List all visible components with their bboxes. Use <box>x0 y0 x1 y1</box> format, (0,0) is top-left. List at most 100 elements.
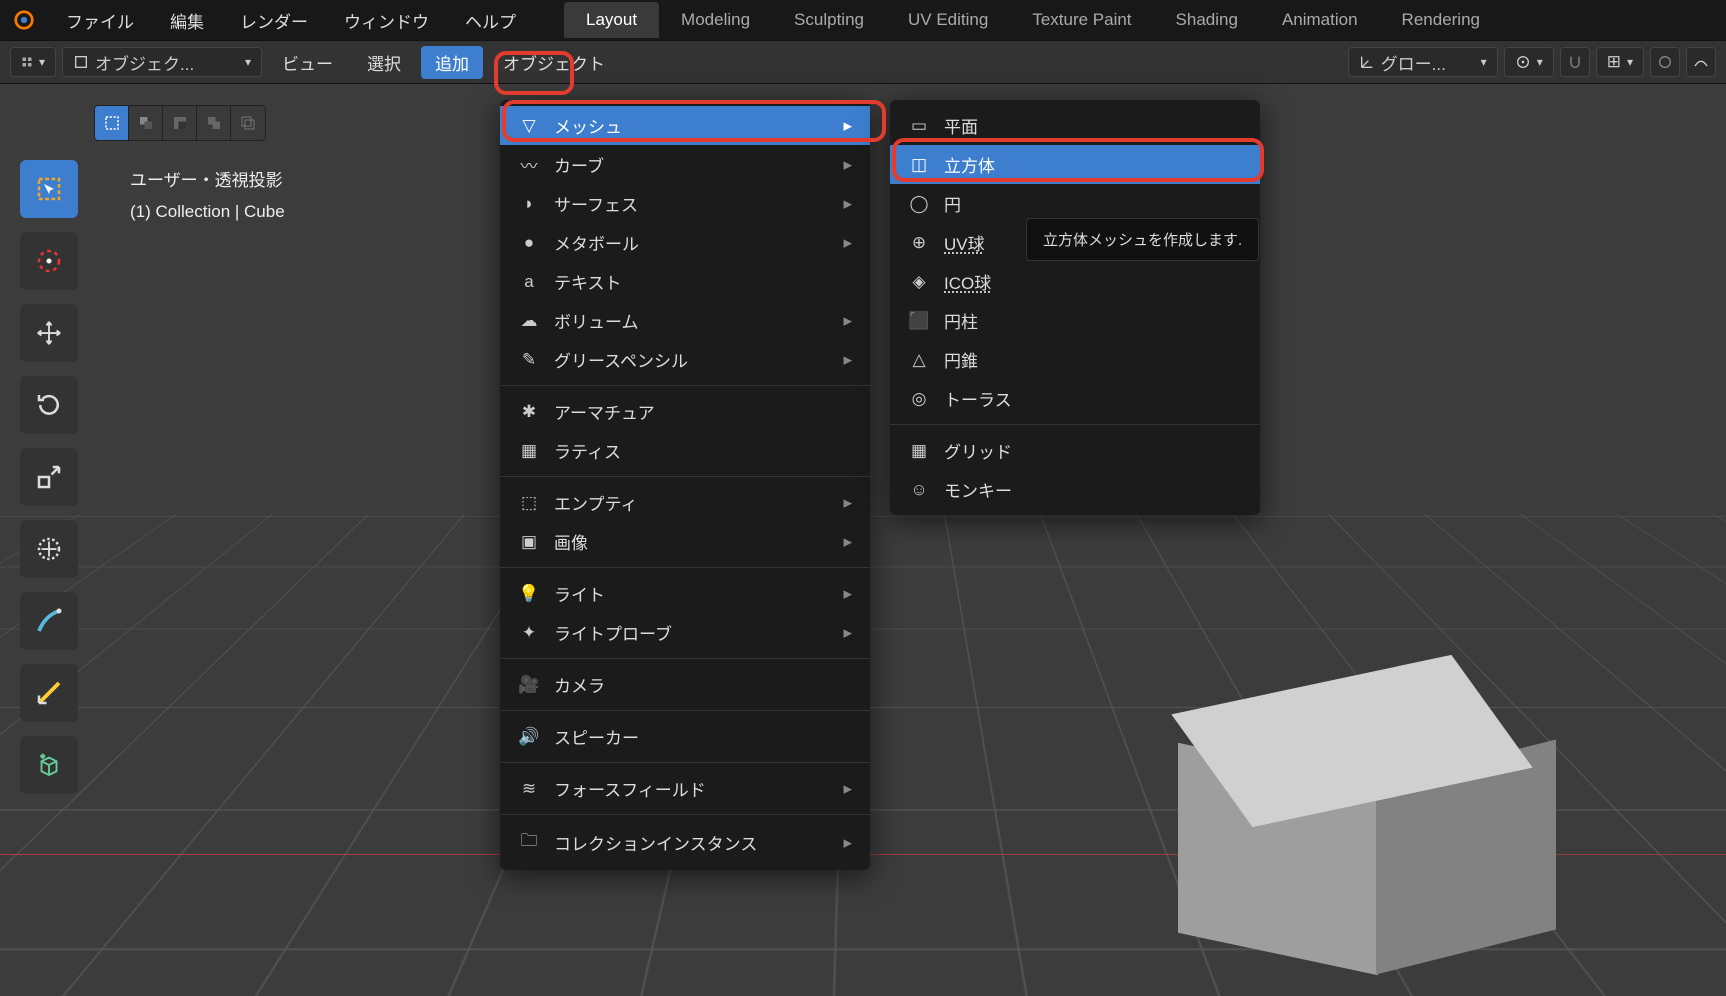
add-menu-item-collection[interactable]: 🗀コレクションインスタンス▸ <box>500 821 870 864</box>
header-add[interactable]: 追加 <box>421 46 483 79</box>
select-invert-icon[interactable] <box>197 106 231 140</box>
snap-toggle[interactable] <box>1560 47 1590 77</box>
add-menu-item-light[interactable]: 💡ライト▸ <box>500 574 870 613</box>
mesh-submenu-item-monkey[interactable]: ☺モンキー <box>890 470 1260 509</box>
mesh-icon: ▽ <box>518 116 540 136</box>
falloff-icon <box>1693 54 1709 70</box>
tool-rotate[interactable] <box>20 376 78 434</box>
armature-icon: ✱ <box>518 402 540 422</box>
add-menu-item-mesh[interactable]: ▽メッシュ▸ <box>500 106 870 145</box>
add-menu-item-lightprobe[interactable]: ✦ライトプローブ▸ <box>500 613 870 652</box>
add-menu-item-label: ラティス <box>554 438 621 463</box>
add-menu-item-camera[interactable]: 🎥カメラ <box>500 665 870 704</box>
light-icon: 💡 <box>518 584 540 604</box>
mesh-submenu-item-label: 円柱 <box>944 308 978 333</box>
mesh-submenu-item-label: 円 <box>944 191 961 216</box>
tool-transform[interactable] <box>20 520 78 578</box>
header-object[interactable]: オブジェクト <box>489 46 619 79</box>
tool-measure[interactable] <box>20 664 78 722</box>
snap-dropdown[interactable]: ⊞ ▾ <box>1596 47 1644 77</box>
camera-icon: 🎥 <box>518 675 540 695</box>
add-menu-item-label: メタボール <box>554 230 639 255</box>
chevron-down-icon: ▾ <box>1481 55 1487 69</box>
mesh-submenu-item-label: UV球 <box>944 230 985 255</box>
tool-move[interactable] <box>20 304 78 362</box>
mesh-submenu-item-plane[interactable]: ▭平面 <box>890 106 1260 145</box>
add-menu-item-curve[interactable]: 〰カーブ▸ <box>500 145 870 184</box>
header-view[interactable]: ビュー <box>268 46 347 79</box>
mesh-cube[interactable] <box>1166 666 1526 926</box>
chevron-right-icon: ▸ <box>843 311 852 331</box>
snap-increment-icon: ⊞ <box>1607 52 1621 72</box>
mode-dropdown[interactable]: オブジェク... ▾ <box>62 47 262 77</box>
mesh-submenu-item-label: 立方体 <box>944 152 995 177</box>
collection-icon: 🗀 <box>518 828 540 857</box>
add-menu-item-label: グリースペンシル <box>554 347 688 372</box>
add-menu-item-speaker[interactable]: 🔊スピーカー <box>500 717 870 756</box>
add-menu-item-force[interactable]: ≋フォースフィールド▸ <box>500 769 870 808</box>
mesh-submenu-item-grid[interactable]: ▦グリッド <box>890 431 1260 470</box>
icosphere-icon: ◈ <box>908 272 930 292</box>
add-menu-item-lattice[interactable]: ▦ラティス <box>500 431 870 470</box>
proportional-falloff-dropdown[interactable] <box>1686 47 1716 77</box>
grid-icon: ▦ <box>908 441 930 461</box>
add-menu-item-surface[interactable]: ◗サーフェス▸ <box>500 184 870 223</box>
add-menu-item-text[interactable]: aテキスト <box>500 262 870 301</box>
mode-label: オブジェク... <box>95 50 239 75</box>
workspace-sculpting[interactable]: Sculpting <box>772 2 886 38</box>
workspace-modeling[interactable]: Modeling <box>659 2 772 38</box>
add-menu-item-gpencil[interactable]: ✎グリースペンシル▸ <box>500 340 870 379</box>
workspace-shading[interactable]: Shading <box>1154 2 1260 38</box>
tool-select-box[interactable] <box>20 160 78 218</box>
proportional-edit-toggle[interactable] <box>1650 47 1680 77</box>
menu-file[interactable]: ファイル <box>48 0 152 41</box>
menu-render[interactable]: レンダー <box>222 0 326 41</box>
curve-icon: 〰 <box>518 152 540 177</box>
editor-type-dropdown[interactable]: ▾ <box>10 47 56 77</box>
mesh-submenu-item-cube[interactable]: ◫ 立方体 <box>890 145 1260 184</box>
uvsphere-icon: ⊕ <box>908 233 930 253</box>
tool-annotate[interactable] <box>20 592 78 650</box>
tool-header: ▾ オブジェク... ▾ ビュー 選択 追加 オブジェクト グロー... ▾ ▾… <box>0 40 1726 84</box>
chevron-down-icon: ▾ <box>1537 55 1543 69</box>
add-menu-item-metaball[interactable]: ●メタボール▸ <box>500 223 870 262</box>
tool-cursor[interactable] <box>20 232 78 290</box>
workspace-texturepaint[interactable]: Texture Paint <box>1010 2 1153 38</box>
menu-help[interactable]: ヘルプ <box>447 0 534 41</box>
tool-scale[interactable] <box>20 448 78 506</box>
select-intersect-icon[interactable] <box>231 106 265 140</box>
workspace-tabs: Layout Modeling Sculpting UV Editing Tex… <box>564 2 1502 38</box>
mesh-submenu-item-torus[interactable]: ◎トーラス <box>890 379 1260 418</box>
empty-icon: ⬚ <box>518 493 540 513</box>
tool-add-cube[interactable] <box>20 736 78 794</box>
image-icon: ▣ <box>518 532 540 552</box>
mesh-submenu: ▭平面◫立方体◯円⊕UV球◈ICO球⬛円柱△円錐◎トーラス▦グリッド☺モンキー <box>890 100 1260 515</box>
add-menu-item-volume[interactable]: ☁ボリューム▸ <box>500 301 870 340</box>
mesh-submenu-item-icosphere[interactable]: ◈ICO球 <box>890 262 1260 301</box>
add-menu-item-empty[interactable]: ⬚エンプティ▸ <box>500 483 870 522</box>
select-subtract-icon[interactable] <box>163 106 197 140</box>
menu-edit[interactable]: 編集 <box>152 0 222 41</box>
add-menu-item-armature[interactable]: ✱アーマチュア <box>500 392 870 431</box>
workspace-layout[interactable]: Layout <box>564 2 659 38</box>
mesh-submenu-item-cone[interactable]: △円錐 <box>890 340 1260 379</box>
add-menu: ▽メッシュ▸〰カーブ▸◗サーフェス▸●メタボール▸aテキスト☁ボリューム▸✎グリ… <box>500 100 870 870</box>
chevron-down-icon: ▾ <box>245 55 251 69</box>
cube-icon: ◫ <box>908 155 930 175</box>
workspace-rendering[interactable]: Rendering <box>1380 2 1502 38</box>
add-menu-item-label: メッシュ <box>554 113 622 138</box>
workspace-animation[interactable]: Animation <box>1260 2 1380 38</box>
header-select[interactable]: 選択 <box>353 46 415 79</box>
pivot-dropdown[interactable]: ▾ <box>1504 47 1554 77</box>
workspace-uvediting[interactable]: UV Editing <box>886 2 1010 38</box>
select-box-icon[interactable] <box>95 106 129 140</box>
viewport-overlay-text: ユーザー・透視投影 (1) Collection | Cube <box>130 166 285 227</box>
add-menu-item-image[interactable]: ▣画像▸ <box>500 522 870 561</box>
select-extend-icon[interactable] <box>129 106 163 140</box>
orientation-dropdown[interactable]: グロー... ▾ <box>1348 47 1498 77</box>
mesh-submenu-item-cylinder[interactable]: ⬛円柱 <box>890 301 1260 340</box>
chevron-right-icon: ▸ <box>843 233 852 253</box>
add-menu-item-label: スピーカー <box>554 724 639 749</box>
tooltip: 立方体メッシュを作成します. <box>1026 218 1259 261</box>
menu-window[interactable]: ウィンドウ <box>326 0 447 41</box>
